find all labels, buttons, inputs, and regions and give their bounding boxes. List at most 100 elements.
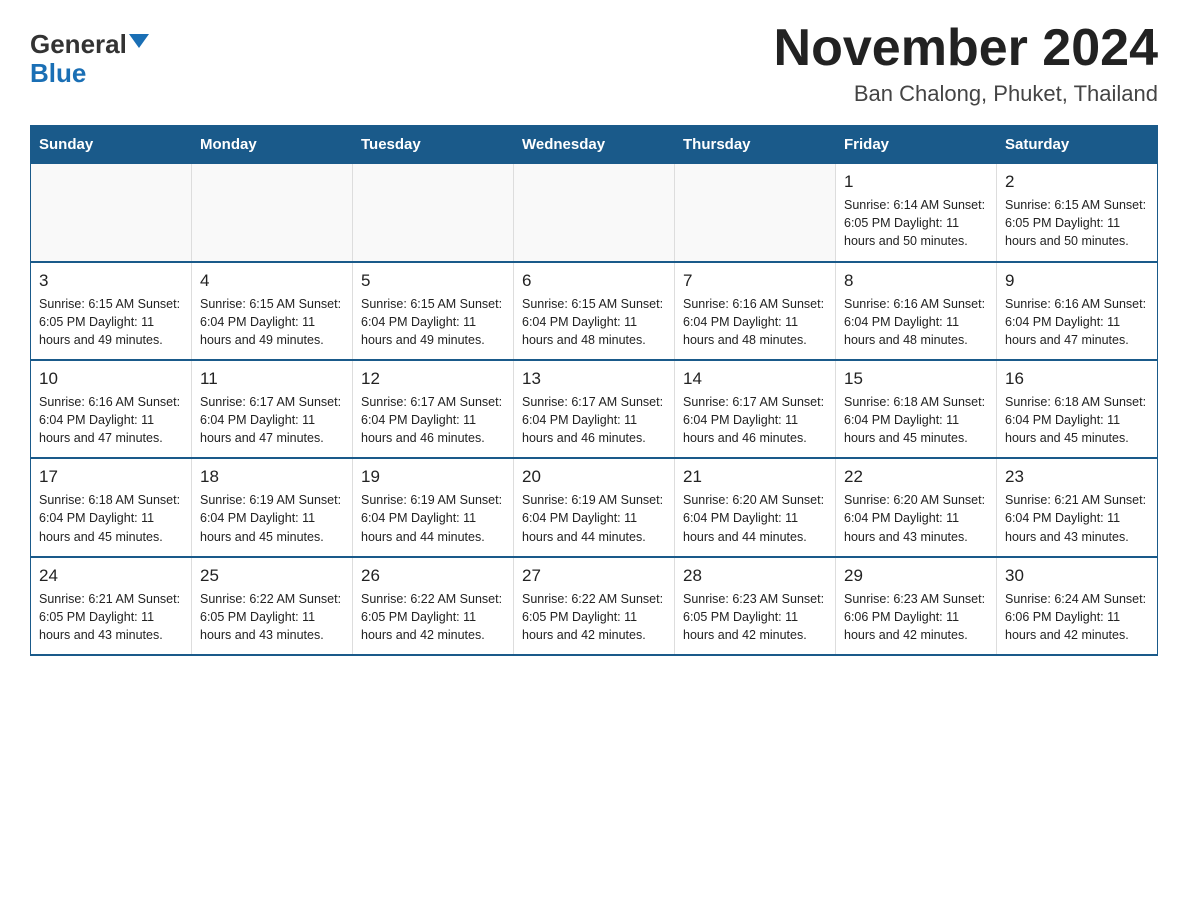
- calendar-cell: [192, 164, 353, 262]
- day-info: Sunrise: 6:18 AM Sunset: 6:04 PM Dayligh…: [1005, 393, 1149, 447]
- day-number: 24: [39, 566, 183, 586]
- logo-triangle-icon: [129, 34, 149, 48]
- day-number: 5: [361, 271, 505, 291]
- calendar-cell: 10 Sunrise: 6:16 AM Sunset: 6:04 PM Dayli…: [31, 360, 192, 458]
- day-info: Sunrise: 6:15 AM Sunset: 6:04 PM Dayligh…: [522, 295, 666, 349]
- calendar-cell: 6Sunrise: 6:15 AM Sunset: 6:04 PM Daylig…: [514, 262, 675, 360]
- calendar-week-row: 1Sunrise: 6:14 AM Sunset: 6:05 PM Daylig…: [31, 164, 1158, 262]
- logo: General Blue: [30, 30, 149, 87]
- calendar-cell: 30Sunrise: 6:24 AM Sunset: 6:06 PM Dayli…: [997, 557, 1158, 655]
- header-saturday: Saturday: [997, 126, 1158, 164]
- calendar-cell: [514, 164, 675, 262]
- month-title: November 2024: [774, 20, 1158, 77]
- calendar-cell: 22 Sunrise: 6:20 AM Sunset: 6:04 PM Dayli…: [836, 458, 997, 556]
- day-number: 16: [1005, 369, 1149, 389]
- day-number: 27: [522, 566, 666, 586]
- calendar-cell: 9 Sunrise: 6:16 AM Sunset: 6:04 PM Daylig…: [997, 262, 1158, 360]
- calendar-cell: 25 Sunrise: 6:22 AM Sunset: 6:05 PM Dayli…: [192, 557, 353, 655]
- calendar-cell: 24 Sunrise: 6:21 AM Sunset: 6:05 PM Dayli…: [31, 557, 192, 655]
- title-area: November 2024 Ban Chalong, Phuket, Thail…: [774, 20, 1158, 107]
- calendar-cell: 11 Sunrise: 6:17 AM Sunset: 6:04 PM Dayli…: [192, 360, 353, 458]
- day-number: 30: [1005, 566, 1149, 586]
- day-info: Sunrise: 6:16 AM Sunset: 6:04 PM Dayligh…: [1005, 295, 1149, 349]
- day-info: Sunrise: 6:21 AM Sunset: 6:04 PM Dayligh…: [1005, 491, 1149, 545]
- day-number: 20: [522, 467, 666, 487]
- calendar-week-row: 3 Sunrise: 6:15 AM Sunset: 6:05 PM Daylig…: [31, 262, 1158, 360]
- calendar-cell: 29Sunrise: 6:23 AM Sunset: 6:06 PM Dayli…: [836, 557, 997, 655]
- day-number: 25: [200, 566, 344, 586]
- calendar-cell: 14 Sunrise: 6:17 AM Sunset: 6:04 PM Dayli…: [675, 360, 836, 458]
- day-info: Sunrise: 6:22 AM Sunset: 6:05 PM Dayligh…: [200, 590, 344, 644]
- calendar-cell: 12 Sunrise: 6:17 AM Sunset: 6:04 PM Dayli…: [353, 360, 514, 458]
- calendar-cell: 13Sunrise: 6:17 AM Sunset: 6:04 PM Dayli…: [514, 360, 675, 458]
- calendar-header-row: SundayMondayTuesdayWednesdayThursdayFrid…: [31, 126, 1158, 164]
- day-number: 29: [844, 566, 988, 586]
- header-thursday: Thursday: [675, 126, 836, 164]
- day-number: 17: [39, 467, 183, 487]
- day-info: Sunrise: 6:19 AM Sunset: 6:04 PM Dayligh…: [200, 491, 344, 545]
- calendar-cell: 8 Sunrise: 6:16 AM Sunset: 6:04 PM Daylig…: [836, 262, 997, 360]
- day-number: 10: [39, 369, 183, 389]
- day-info: Sunrise: 6:17 AM Sunset: 6:04 PM Dayligh…: [200, 393, 344, 447]
- day-number: 1: [844, 172, 988, 192]
- header-wednesday: Wednesday: [514, 126, 675, 164]
- calendar-cell: 23 Sunrise: 6:21 AM Sunset: 6:04 PM Dayli…: [997, 458, 1158, 556]
- calendar-cell: 20 Sunrise: 6:19 AM Sunset: 6:04 PM Dayli…: [514, 458, 675, 556]
- calendar-cell: 18Sunrise: 6:19 AM Sunset: 6:04 PM Dayli…: [192, 458, 353, 556]
- day-number: 8: [844, 271, 988, 291]
- day-info: Sunrise: 6:20 AM Sunset: 6:04 PM Dayligh…: [683, 491, 827, 545]
- calendar-cell: 19 Sunrise: 6:19 AM Sunset: 6:04 PM Dayli…: [353, 458, 514, 556]
- day-number: 14: [683, 369, 827, 389]
- day-info: Sunrise: 6:15 AM Sunset: 6:04 PM Dayligh…: [361, 295, 505, 349]
- header-sunday: Sunday: [31, 126, 192, 164]
- calendar-cell: [31, 164, 192, 262]
- day-info: Sunrise: 6:16 AM Sunset: 6:04 PM Dayligh…: [683, 295, 827, 349]
- calendar-week-row: 17 Sunrise: 6:18 AM Sunset: 6:04 PM Dayli…: [31, 458, 1158, 556]
- calendar-week-row: 24 Sunrise: 6:21 AM Sunset: 6:05 PM Dayli…: [31, 557, 1158, 655]
- day-info: Sunrise: 6:18 AM Sunset: 6:04 PM Dayligh…: [39, 491, 183, 545]
- logo-blue-text: Blue: [30, 59, 86, 88]
- calendar-cell: 27 Sunrise: 6:22 AM Sunset: 6:05 PM Dayli…: [514, 557, 675, 655]
- day-info: Sunrise: 6:15 AM Sunset: 6:04 PM Dayligh…: [200, 295, 344, 349]
- header: General Blue November 2024 Ban Chalong, …: [30, 20, 1158, 107]
- day-info: Sunrise: 6:17 AM Sunset: 6:04 PM Dayligh…: [522, 393, 666, 447]
- logo-general-text: General: [30, 30, 127, 59]
- day-info: Sunrise: 6:20 AM Sunset: 6:04 PM Dayligh…: [844, 491, 988, 545]
- calendar-cell: 28Sunrise: 6:23 AM Sunset: 6:05 PM Dayli…: [675, 557, 836, 655]
- calendar-week-row: 10 Sunrise: 6:16 AM Sunset: 6:04 PM Dayli…: [31, 360, 1158, 458]
- day-number: 26: [361, 566, 505, 586]
- day-number: 4: [200, 271, 344, 291]
- day-number: 12: [361, 369, 505, 389]
- day-info: Sunrise: 6:18 AM Sunset: 6:04 PM Dayligh…: [844, 393, 988, 447]
- day-info: Sunrise: 6:15 AM Sunset: 6:05 PM Dayligh…: [39, 295, 183, 349]
- day-info: Sunrise: 6:17 AM Sunset: 6:04 PM Dayligh…: [683, 393, 827, 447]
- day-number: 21: [683, 467, 827, 487]
- day-number: 22: [844, 467, 988, 487]
- header-monday: Monday: [192, 126, 353, 164]
- calendar-cell: 4 Sunrise: 6:15 AM Sunset: 6:04 PM Daylig…: [192, 262, 353, 360]
- calendar-cell: 16 Sunrise: 6:18 AM Sunset: 6:04 PM Dayli…: [997, 360, 1158, 458]
- calendar-cell: [675, 164, 836, 262]
- header-tuesday: Tuesday: [353, 126, 514, 164]
- day-number: 3: [39, 271, 183, 291]
- day-number: 11: [200, 369, 344, 389]
- day-number: 23: [1005, 467, 1149, 487]
- day-info: Sunrise: 6:16 AM Sunset: 6:04 PM Dayligh…: [844, 295, 988, 349]
- day-number: 9: [1005, 271, 1149, 291]
- day-info: Sunrise: 6:15 AM Sunset: 6:05 PM Dayligh…: [1005, 196, 1149, 250]
- calendar-cell: 15 Sunrise: 6:18 AM Sunset: 6:04 PM Dayli…: [836, 360, 997, 458]
- day-info: Sunrise: 6:21 AM Sunset: 6:05 PM Dayligh…: [39, 590, 183, 644]
- day-info: Sunrise: 6:19 AM Sunset: 6:04 PM Dayligh…: [522, 491, 666, 545]
- calendar-cell: 1Sunrise: 6:14 AM Sunset: 6:05 PM Daylig…: [836, 164, 997, 262]
- day-number: 15: [844, 369, 988, 389]
- calendar-cell: 26Sunrise: 6:22 AM Sunset: 6:05 PM Dayli…: [353, 557, 514, 655]
- location-title: Ban Chalong, Phuket, Thailand: [774, 81, 1158, 107]
- day-number: 28: [683, 566, 827, 586]
- day-info: Sunrise: 6:17 AM Sunset: 6:04 PM Dayligh…: [361, 393, 505, 447]
- day-info: Sunrise: 6:16 AM Sunset: 6:04 PM Dayligh…: [39, 393, 183, 447]
- calendar-cell: [353, 164, 514, 262]
- day-info: Sunrise: 6:22 AM Sunset: 6:05 PM Dayligh…: [522, 590, 666, 644]
- day-number: 19: [361, 467, 505, 487]
- calendar-table: SundayMondayTuesdayWednesdayThursdayFrid…: [30, 125, 1158, 656]
- day-info: Sunrise: 6:19 AM Sunset: 6:04 PM Dayligh…: [361, 491, 505, 545]
